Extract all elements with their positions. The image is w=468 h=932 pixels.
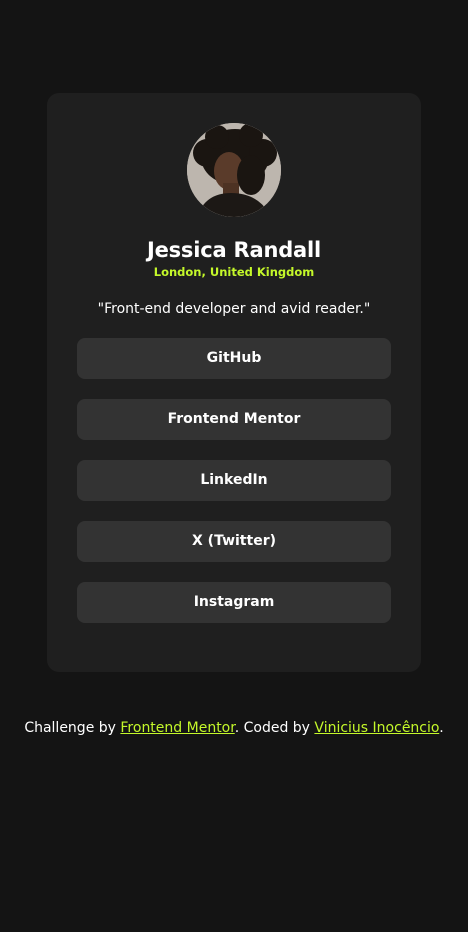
twitter-link-button[interactable]: X (Twitter) [77,521,391,562]
profile-bio: "Front-end developer and avid reader." [97,301,371,317]
linkedin-link-button[interactable]: LinkedIn [77,460,391,501]
challenge-link[interactable]: Frontend Mentor [120,720,234,736]
profile-card: Jessica Randall London, United Kingdom "… [47,93,421,672]
frontend-mentor-link-button[interactable]: Frontend Mentor [77,399,391,440]
avatar [187,123,281,217]
avatar-photo-icon [187,123,281,217]
attribution: Challenge by Frontend Mentor. Coded by V… [0,720,468,736]
attribution-prefix: Challenge by [24,720,121,736]
profile-name: Jessica Randall [146,238,322,262]
author-link[interactable]: Vinicius Inocêncio [314,720,439,736]
profile-location: London, United Kingdom [153,265,315,279]
attribution-suffix: . [439,720,444,736]
instagram-link-button[interactable]: Instagram [77,582,391,623]
social-links: GitHub Frontend Mentor LinkedIn X (Twitt… [77,338,391,643]
github-link-button[interactable]: GitHub [77,338,391,379]
attribution-middle: . Coded by [234,720,315,736]
